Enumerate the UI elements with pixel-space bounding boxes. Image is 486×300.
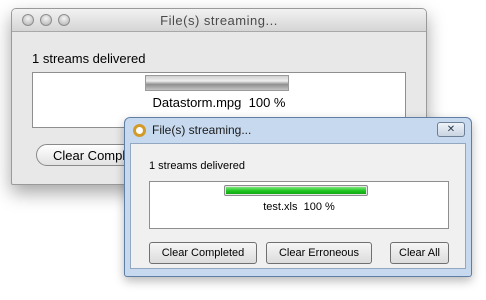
transfer-label: test.xls 100 % <box>150 201 448 213</box>
win-titlebar[interactable]: File(s) streaming... ✕ <box>125 118 471 143</box>
mac-titlebar[interactable]: File(s) streaming... <box>12 9 426 32</box>
progress-fill <box>226 187 366 194</box>
window-title: File(s) streaming... <box>152 123 252 137</box>
app-icon <box>133 124 146 137</box>
streams-status: 1 streams delivered <box>32 51 146 66</box>
transfer-label: Datastorm.mpg 100 % <box>33 95 405 110</box>
clear-all-button[interactable]: Clear All <box>390 242 449 264</box>
window-client: 1 streams delivered test.xls 100 % Clear… <box>130 143 466 269</box>
close-icon[interactable]: ✕ <box>437 122 465 137</box>
progress-bar <box>145 75 289 91</box>
file-name: Datastorm.mpg <box>152 95 242 110</box>
win-streaming-window: File(s) streaming... ✕ 1 streams deliver… <box>124 117 472 277</box>
percent-label: 100 % <box>248 95 286 110</box>
clear-erroneous-button[interactable]: Clear Erroneous <box>266 242 372 264</box>
progress-fill <box>146 76 288 90</box>
window-title: File(s) streaming... <box>160 13 278 28</box>
progress-bar <box>224 185 368 196</box>
clear-completed-button[interactable]: Clear Completed <box>149 242 257 264</box>
file-name: test.xls <box>263 201 298 213</box>
streams-status: 1 streams delivered <box>149 160 245 172</box>
transfer-panel: test.xls 100 % <box>149 181 449 229</box>
percent-label: 100 % <box>303 201 335 213</box>
